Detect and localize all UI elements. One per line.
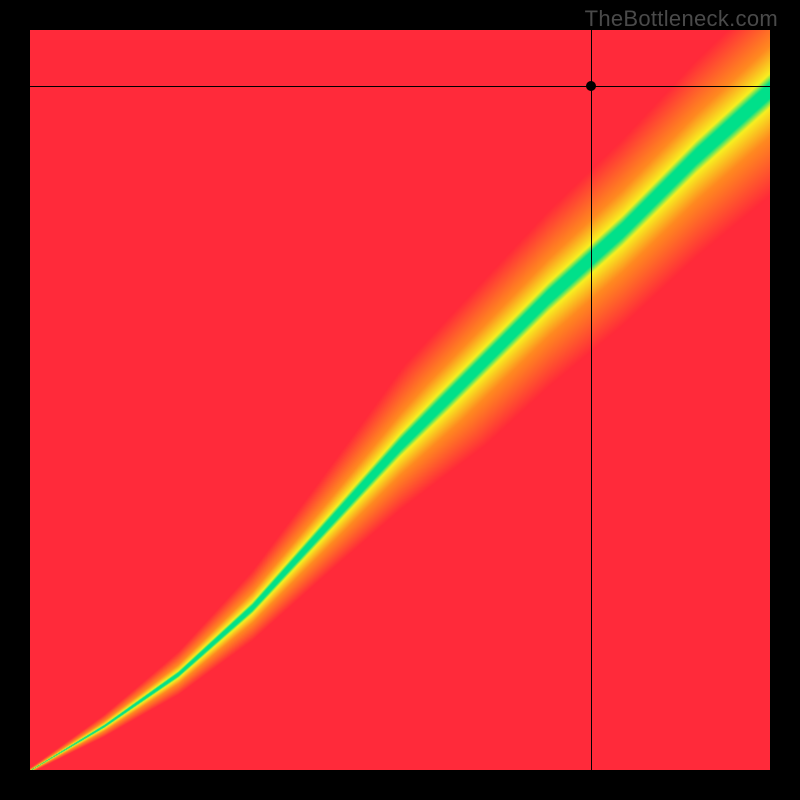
- heatmap-plot-area: [30, 30, 770, 770]
- crosshair-horizontal-line: [30, 86, 770, 87]
- crosshair-vertical-line: [591, 30, 592, 770]
- chart-stage: TheBottleneck.com: [0, 0, 800, 800]
- heatmap-canvas: [30, 30, 770, 770]
- watermark-text: TheBottleneck.com: [585, 6, 778, 32]
- crosshair-marker-dot: [586, 81, 596, 91]
